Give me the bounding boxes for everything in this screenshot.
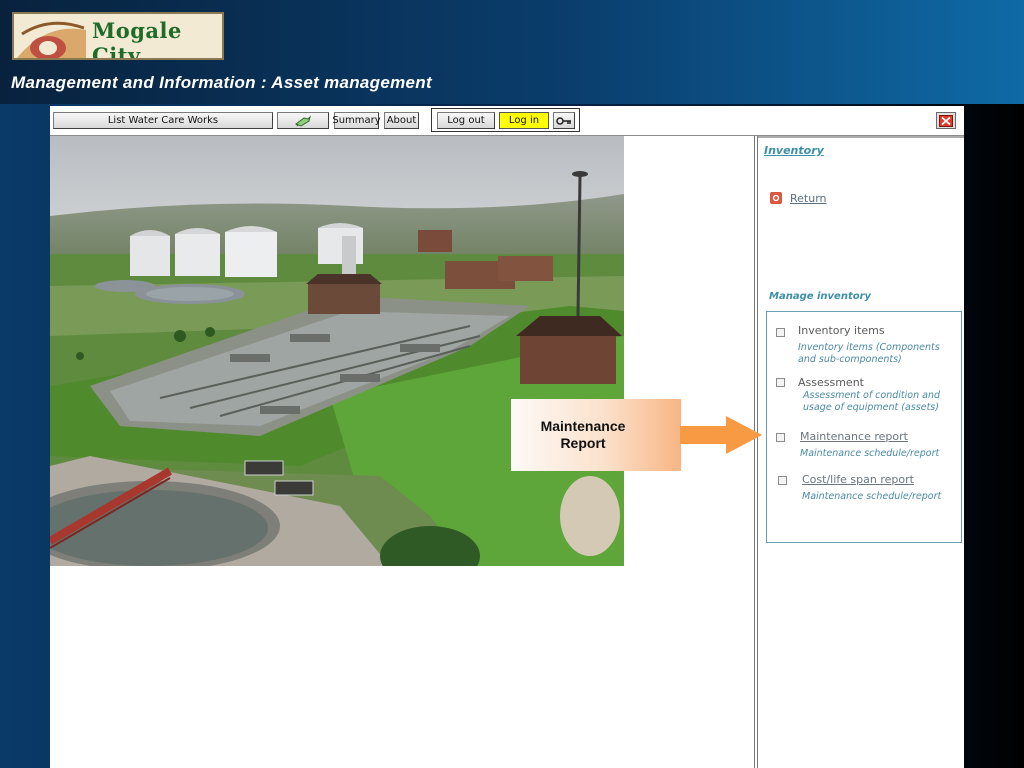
asset-management-window: List Water Care Works Summary About Log … (50, 106, 964, 768)
water-treatment-plant-image (50, 136, 624, 566)
water-care-works-photo (50, 136, 624, 566)
edit-button[interactable] (277, 112, 329, 129)
inventory-heading[interactable]: Inventory (764, 144, 824, 157)
mogale-city-logo: Mogale City (12, 12, 224, 60)
callout-line-1: Maintenance (540, 418, 626, 434)
callout-line-2: Report (560, 435, 606, 451)
cost-life-span-description: Maintenance schedule/report (802, 491, 942, 502)
close-icon (939, 114, 953, 127)
page-header: Mogale City Management and Information :… (0, 0, 1024, 104)
manage-inventory-heading: Manage inventory (769, 291, 872, 302)
assessment-description: Assessment of condition and usage of equ… (803, 390, 940, 413)
page-title: Management and Information : Asset manag… (11, 73, 432, 92)
about-button[interactable]: About (384, 112, 419, 129)
key-icon (556, 116, 571, 125)
assessment-title: Assessment (798, 376, 864, 389)
return-icon (770, 192, 782, 204)
close-button[interactable] (936, 112, 956, 129)
inventory-items-title: Inventory items (798, 324, 885, 337)
maintenance-report-link[interactable]: Maintenance report (800, 430, 908, 443)
summary-button[interactable]: Summary (332, 112, 381, 129)
callout-arrow-icon (680, 416, 762, 454)
maintenance-report-callout: Maintenance Report (511, 399, 681, 471)
log-out-button[interactable]: Log out (437, 112, 495, 129)
inventory-sidebar: Inventory Return Manage inventory Invent… (758, 136, 964, 768)
return-link[interactable]: Return (770, 190, 827, 206)
manage-inventory-box: Inventory items Inventory items (Compone… (766, 311, 962, 543)
inventory-items-description: Inventory items (Components and sub-comp… (798, 342, 940, 365)
return-label: Return (790, 191, 827, 205)
maintenance-report-checkbox[interactable] (776, 433, 785, 442)
logo-text: Mogale City (92, 18, 182, 60)
maintenance-report-description: Maintenance schedule/report (800, 448, 940, 459)
cost-life-span-checkbox[interactable] (778, 476, 787, 485)
list-water-care-works-button[interactable]: List Water Care Works (53, 112, 273, 129)
inventory-items-checkbox[interactable] (776, 328, 785, 337)
log-in-button[interactable]: Log in (499, 112, 549, 129)
pencil-icon (295, 114, 311, 127)
assessment-checkbox[interactable] (776, 378, 785, 387)
cost-life-span-report-link[interactable]: Cost/life span report (802, 473, 914, 486)
toolbar: List Water Care Works Summary About Log … (50, 106, 964, 136)
key-button[interactable] (553, 112, 575, 129)
